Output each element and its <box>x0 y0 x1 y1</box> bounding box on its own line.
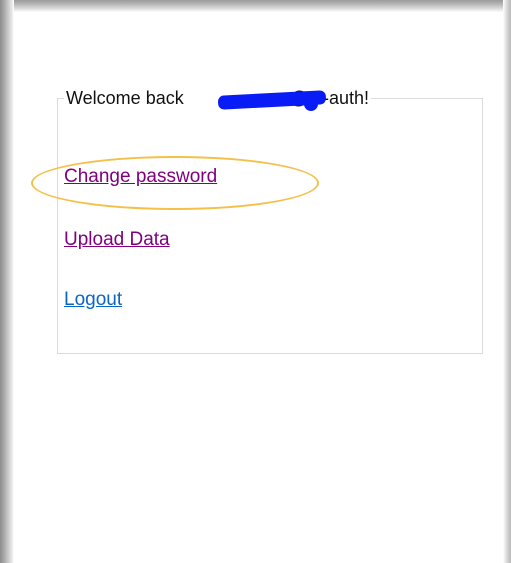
logout-link[interactable]: Logout <box>64 289 122 311</box>
page-frame: Welcome back @tu-auth! Change password U… <box>0 0 511 563</box>
window-right-edge <box>503 0 511 563</box>
window-top-edge <box>0 0 511 12</box>
welcome-prefix: Welcome back <box>66 88 189 108</box>
welcome-message: Welcome back @tu-auth! <box>64 88 372 111</box>
change-password-link[interactable]: Change password <box>64 166 217 188</box>
account-panel: Welcome back @tu-auth! <box>57 88 483 354</box>
redaction-mark-end <box>304 97 318 111</box>
window-left-edge <box>0 0 14 563</box>
upload-data-link[interactable]: Upload Data <box>64 229 170 251</box>
